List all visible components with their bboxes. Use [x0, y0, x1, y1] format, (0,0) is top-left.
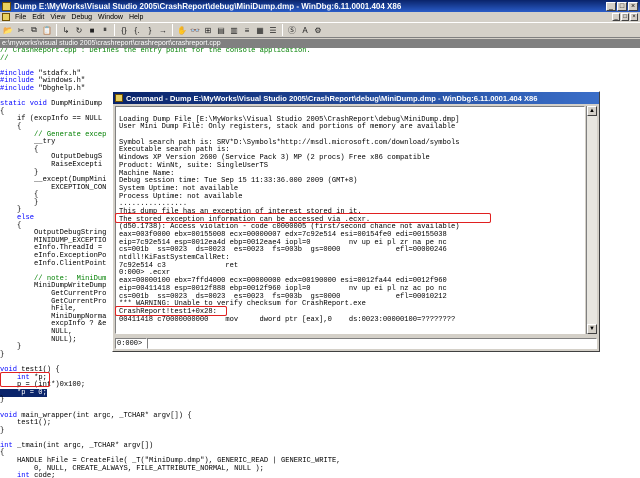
disassembly-icon[interactable]: ▦ — [254, 24, 266, 36]
command-window-title: Command - Dump E:\MyWorks\Visual Studio … — [126, 93, 538, 103]
source-line: } — [0, 426, 640, 436]
source-line: void test1() { — [0, 366, 640, 375]
run-to-cursor-icon[interactable]: → — [157, 24, 169, 36]
command-scrollbar[interactable]: ▲ ▼ — [586, 106, 597, 334]
scroll-up-icon[interactable]: ▲ — [587, 106, 597, 116]
command-output-line: User Mini Dump File: Only registers, sta… — [119, 123, 456, 132]
locals-icon[interactable]: ⊞ — [202, 24, 214, 36]
source-token: test1(); — [0, 419, 52, 428]
source-line: test1(); — [0, 419, 640, 428]
command-output-line: Product: WinNt, suite: SingleUserTS — [119, 161, 268, 170]
maximize-button[interactable]: □ — [617, 1, 627, 11]
source-token: // — [0, 54, 9, 63]
scratch-icon[interactable]: ☰ — [267, 24, 279, 36]
source-token: // CrashReport.cpp : Defines the entry p… — [0, 48, 311, 55]
close-button[interactable]: × — [628, 1, 638, 11]
command-prompt-row: 0:000> — [115, 337, 597, 349]
breakpoint-icon[interactable]: ✋ — [176, 24, 188, 36]
source-token: _tmain(int argc, _TCHAR* argv[]) — [17, 441, 154, 450]
source-mode-icon[interactable]: Ⓢ — [286, 24, 298, 36]
source-token: int — [0, 472, 35, 478]
source-token: } — [0, 350, 5, 359]
window-controls: _ □ × — [606, 1, 638, 11]
menu-edit[interactable]: Edit — [29, 14, 47, 21]
source-token: "Dbghelp.h" — [38, 84, 86, 93]
mdi-minimize-button[interactable]: _ — [612, 13, 620, 21]
mdi-restore-button[interactable]: □ — [621, 13, 629, 21]
main-titlebar: Dump E:\MyWorks\Visual Studio 2005\Crash… — [0, 0, 640, 12]
command-output-line: Process Uptime: not available — [119, 192, 243, 201]
callstack-icon[interactable]: ≡ — [241, 24, 253, 36]
source-token: } — [0, 396, 5, 405]
break-icon[interactable]: ⏸ — [99, 24, 111, 36]
open-icon[interactable]: 📂 — [2, 24, 14, 36]
restart-icon[interactable]: ↻ — [73, 24, 85, 36]
toolbar-separator — [172, 24, 173, 36]
source-line: #include "windows.h" — [0, 78, 640, 86]
source-line: } — [0, 350, 640, 360]
menu-file[interactable]: File — [12, 14, 29, 21]
font-icon[interactable]: A — [299, 24, 311, 36]
command-output-line: 7c92e514 c3 ret — [119, 261, 239, 270]
source-token: } — [0, 426, 5, 435]
options-icon[interactable]: ⚙ — [312, 24, 324, 36]
mdi-controls: _ □ × — [612, 13, 638, 21]
source-token: *p = 0; — [0, 388, 47, 397]
source-line: int code; — [0, 472, 640, 478]
source-window-title: e:\myworks\visual studio 2005\crashrepor… — [0, 39, 640, 48]
minimize-button[interactable]: _ — [606, 1, 616, 11]
source-token: code; — [34, 472, 56, 478]
command-window-titlebar: Command - Dump E:\MyWorks\Visual Studio … — [113, 92, 599, 104]
toolbar-separator — [114, 24, 115, 36]
mdi-window-icon[interactable] — [2, 13, 10, 21]
command-prompt-label: 0:000> — [115, 337, 147, 349]
command-input[interactable] — [147, 337, 597, 349]
source-line: 0, NULL, CREATE_ALWAYS, FILE_ATTRIBUTE_N… — [0, 465, 640, 474]
scroll-down-icon[interactable]: ▼ — [587, 324, 597, 334]
step-out-icon[interactable]: } — [144, 24, 156, 36]
source-line: int _tmain(int argc, _TCHAR* argv[]) — [0, 441, 640, 451]
step-into-icon[interactable]: {} — [118, 24, 130, 36]
copy-icon[interactable]: ⧉ — [28, 24, 40, 36]
mdi-close-button[interactable]: × — [630, 13, 638, 21]
toolbar: 📂 ✂ ⧉ 📋 ↳ ↻ ■ ⏸ {} {.} → ✋ 👓 ⊞ ▤ ▥ ≡ ▦ ☰ Ⓢ A ⚙ — [0, 22, 640, 38]
source-line — [0, 63, 640, 71]
registers-icon[interactable]: ▤ — [215, 24, 227, 36]
watch-icon[interactable]: 👓 — [189, 24, 201, 36]
source-token: DumpMiniDump — [51, 100, 103, 109]
source-token: eInfo.ClientPoint — [0, 259, 107, 268]
command-window[interactable]: Command - Dump E:\MyWorks\Visual Studio … — [112, 91, 600, 352]
menu-bar: File Edit View Debug Window Help _ □ × — [0, 12, 640, 22]
source-line — [0, 359, 640, 367]
windbg-app-icon[interactable] — [2, 1, 11, 11]
command-output-line: 00411418 c70000000000 mov dword ptr [eax… — [119, 315, 456, 324]
paste-icon[interactable]: 📋 — [41, 24, 53, 36]
menu-debug[interactable]: Debug — [68, 14, 95, 21]
menu-view[interactable]: View — [47, 14, 68, 21]
source-line: // CrashReport.cpp : Defines the entry p… — [0, 48, 640, 56]
command-output[interactable]: Loading Dump File [E:\MyWorks\Visual Stu… — [115, 106, 585, 334]
toolbar-separator — [56, 24, 57, 36]
step-over-icon[interactable]: {. — [131, 24, 143, 36]
toolbar-separator — [282, 24, 283, 36]
source-line: p = (int*)0x100; — [0, 381, 640, 390]
source-line: *p = 0; — [0, 388, 640, 398]
source-line: // — [0, 54, 640, 64]
source-token: static void — [0, 100, 52, 109]
source-line: void main_wrapper(int argc, _TCHAR* argv… — [0, 412, 640, 421]
source-line: #include "stdafx.h" — [0, 70, 640, 79]
command-window-icon — [115, 94, 123, 102]
memory-icon[interactable]: ▥ — [228, 24, 240, 36]
menu-help[interactable]: Help — [126, 14, 146, 21]
source-token: #include — [0, 84, 39, 93]
source-token: p = (int*)0x100; — [0, 381, 86, 390]
cut-icon[interactable]: ✂ — [15, 24, 27, 36]
main-window-title: Dump E:\MyWorks\Visual Studio 2005\Crash… — [14, 1, 402, 11]
go-icon[interactable]: ↳ — [60, 24, 72, 36]
stop-icon[interactable]: ■ — [86, 24, 98, 36]
source-line: int *p; — [0, 374, 640, 383]
source-line: } — [0, 397, 640, 405]
menu-window[interactable]: Window — [95, 14, 126, 21]
